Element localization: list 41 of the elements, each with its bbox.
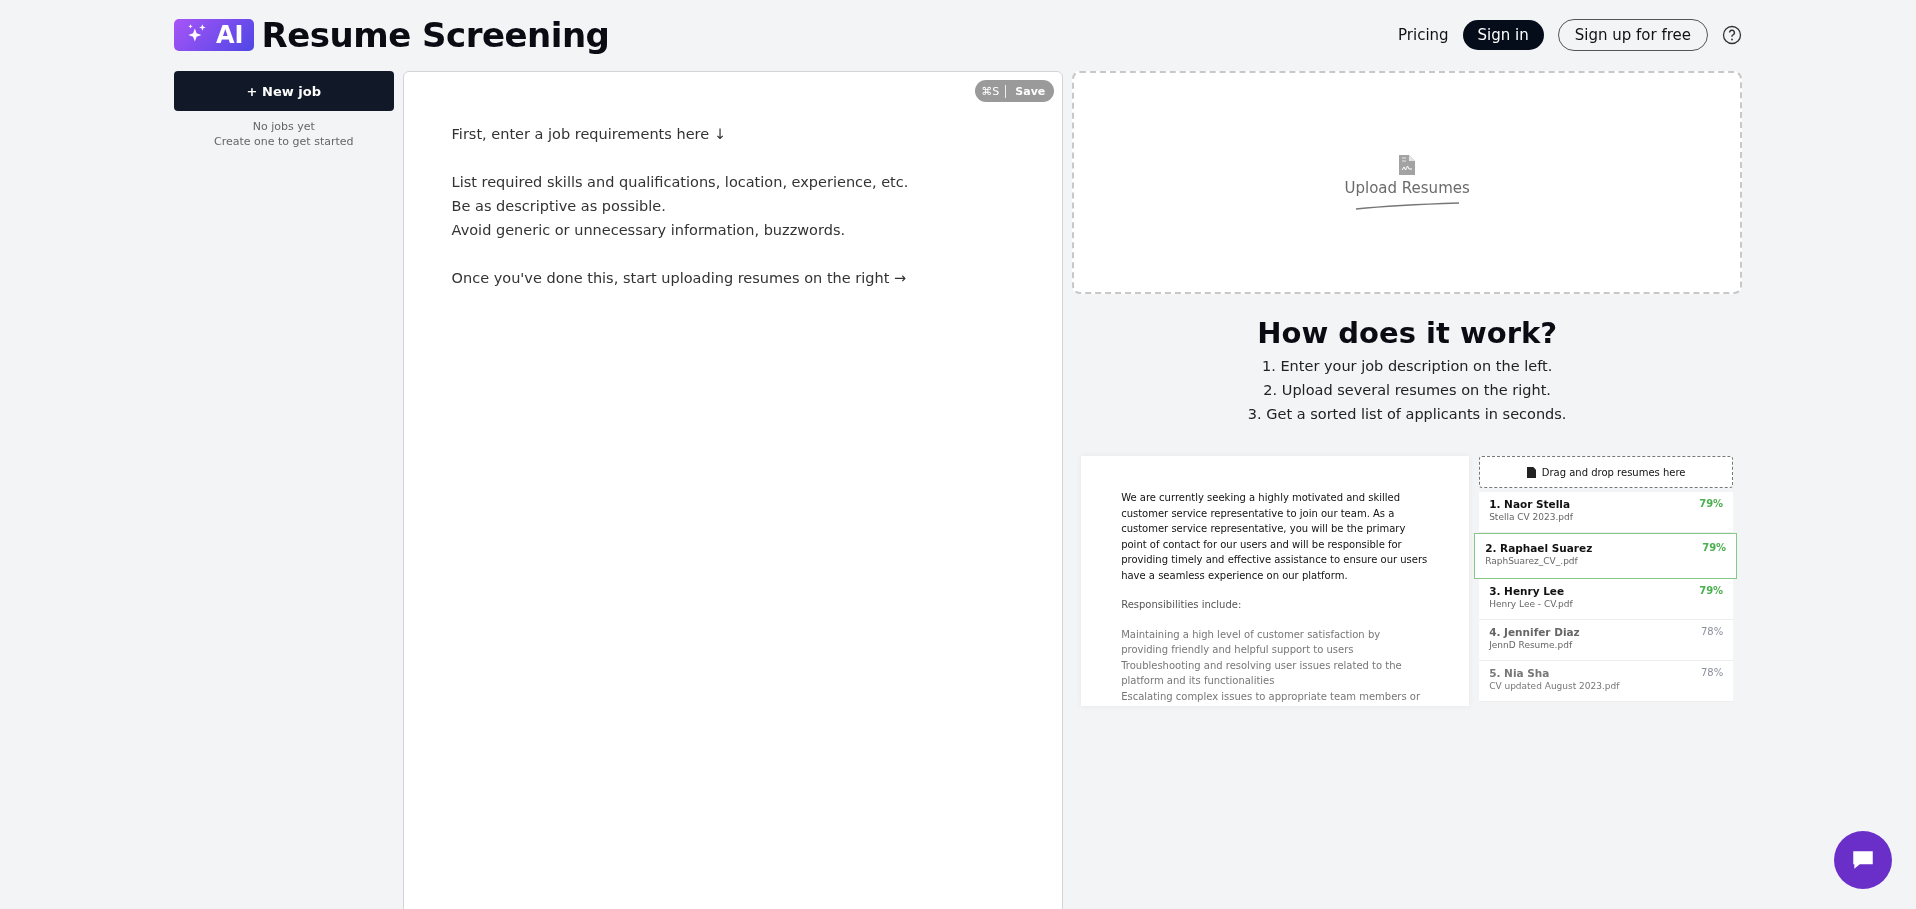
match-score: 79%	[1702, 542, 1727, 555]
help-icon[interactable]	[1722, 25, 1742, 45]
match-score: 78%	[1700, 667, 1724, 680]
match-score: 79%	[1699, 585, 1724, 598]
preview-paragraph: We are currently seeking a highly motivated and skilled customer service representative to join our team. As a customer service representative, you will be the primary point of contact for our users and will be responsible for providing timely and effective assistance to ensure our users have a seamless experience on our platform.	[1121, 491, 1429, 583]
empty-hint: Create one to get started	[214, 134, 354, 149]
match-score: 78%	[1700, 626, 1724, 639]
applicant-row[interactable]: 1. Naor Stella Stella CV 2023.pdf 79%	[1479, 492, 1734, 533]
upload-dropzone[interactable]: Upload Resumes	[1072, 71, 1742, 294]
preview-paragraph: Maintaining a high level of customer satisfaction by providing friendly and helpful support to users Troubleshooting and resolving user issues related to the platform and its functionalities Escalating complex issues to appropriate team members or	[1121, 627, 1422, 704]
file-name: Henry Lee - CV.pdf	[1489, 599, 1573, 609]
new-job-button[interactable]: + New job	[174, 71, 394, 111]
preview-paragraph: Responsibilities include:	[1121, 598, 1243, 612]
logo-badge: AI	[174, 19, 254, 51]
file-name: RaphSuarez_CV_.pdf	[1485, 556, 1579, 566]
file-name: Stella CV 2023.pdf	[1489, 512, 1573, 522]
applicant-row[interactable]: 3. Henry Lee Henry Lee - CV.pdf 79%	[1479, 579, 1734, 620]
step-text: 1. Enter your job description on the left.	[1262, 357, 1553, 376]
how-heading: How does it work?	[1257, 316, 1558, 350]
nav-link[interactable]: Sign in	[1462, 20, 1544, 50]
step-text: 2. Upload several resumes on the right.	[1263, 381, 1551, 400]
file-name: CV updated August 2023.pdf	[1489, 681, 1620, 691]
file-name: JennD Resume.pdf	[1489, 640, 1574, 650]
applicant-row[interactable]: 2. Raphael Suarez RaphSuarez_CV_.pdf 79%	[1474, 533, 1738, 579]
step-text: 3. Get a sorted list of applicants in seconds.	[1247, 405, 1567, 424]
applicant-name: 2. Raphael Suarez	[1485, 542, 1593, 554]
match-score: 79%	[1699, 498, 1724, 511]
app-title: Resume Screening	[261, 15, 610, 55]
chat-button[interactable]	[1834, 831, 1892, 889]
applicant-row[interactable]: 5. Nia Sha CV updated August 2023.pdf 78%	[1479, 661, 1734, 702]
applicant-row[interactable]: 4. Jennifer Diaz JennD Resume.pdf 78%	[1479, 620, 1734, 661]
empty-title: No jobs yet	[252, 119, 315, 134]
upload-label: Upload Resumes	[1344, 178, 1470, 197]
applicant-name: 3. Henry Lee	[1489, 585, 1566, 597]
applicant-name: 4. Jennifer Diaz	[1489, 626, 1580, 638]
drop-label: Drag and drop resumes here	[1541, 466, 1686, 478]
applicant-name: 1. Naor Stella	[1489, 498, 1571, 510]
nav-link[interactable]: Pricing	[1398, 20, 1449, 50]
document-icon	[1399, 154, 1416, 175]
document-icon	[1526, 466, 1536, 478]
applicant-name: 5. Nia Sha	[1489, 667, 1551, 679]
